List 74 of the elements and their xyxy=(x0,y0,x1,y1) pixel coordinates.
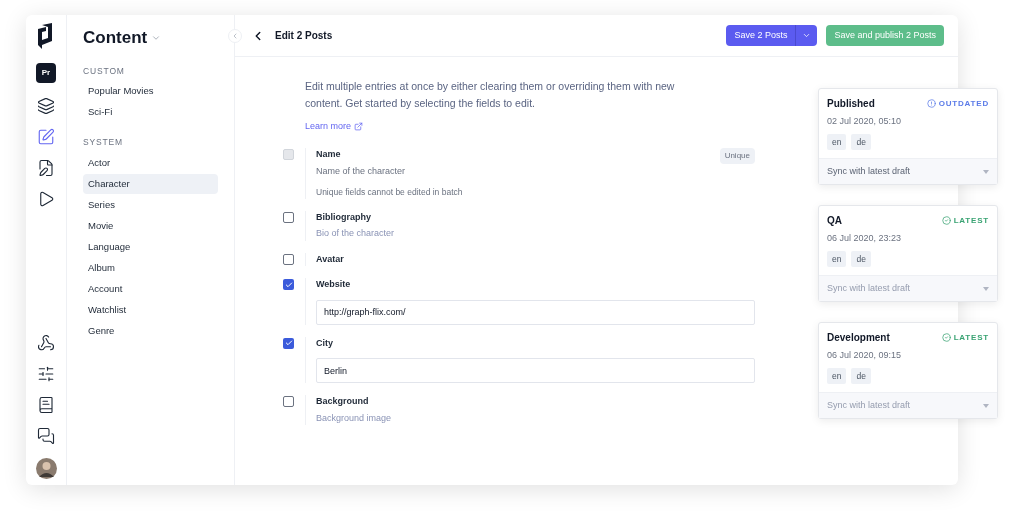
checkbox[interactable] xyxy=(283,253,294,265)
check-icon xyxy=(284,339,293,348)
book-icon[interactable] xyxy=(37,396,55,414)
field-label: Avatar xyxy=(316,252,344,266)
sidebar-item[interactable]: Character xyxy=(83,174,218,194)
page-title: Edit 2 Posts xyxy=(275,29,333,43)
check-circle-icon xyxy=(941,333,951,342)
locale-tag: de xyxy=(851,250,871,268)
sync-dropdown[interactable]: Sync with latest draft xyxy=(819,158,997,185)
field-label: City xyxy=(316,336,333,350)
section-heading: SYSTEM xyxy=(83,136,125,149)
sidebar-item[interactable]: Popular Movies xyxy=(83,81,218,102)
checkbox[interactable] xyxy=(283,337,294,349)
chevron-left-icon xyxy=(231,32,239,40)
status-label: LATEST xyxy=(941,331,989,344)
sidebar-item[interactable]: Sci-Fi xyxy=(83,102,218,123)
text-field[interactable]: Berlin xyxy=(316,358,755,384)
sidebar-item[interactable]: Actor xyxy=(83,153,218,173)
check-circle-icon xyxy=(941,216,951,225)
sidebar-item[interactable]: Watchlist xyxy=(83,300,218,320)
unique-tag: Unique xyxy=(719,148,755,164)
caret-icon xyxy=(983,403,989,408)
stage-name: QA xyxy=(827,214,842,228)
locale-tag: en xyxy=(827,250,847,268)
stage-name: Published xyxy=(827,97,875,111)
text-field[interactable]: http://graph-flix.com/ xyxy=(316,299,755,325)
project-badge[interactable]: Pr xyxy=(36,63,56,83)
edit-icon[interactable] xyxy=(37,159,55,177)
checkbox[interactable] xyxy=(283,211,294,223)
field-label: Website xyxy=(316,278,351,292)
chat-icon[interactable] xyxy=(37,427,55,445)
sidebar-item[interactable]: Genre xyxy=(83,321,218,341)
stage-date: 06 Jul 2020, 23:23 xyxy=(827,232,903,245)
locale-tag: de xyxy=(851,133,871,151)
sidebar-item[interactable]: Language xyxy=(83,237,218,257)
layers-icon[interactable] xyxy=(37,97,55,115)
webhook-icon[interactable] xyxy=(37,334,55,352)
field-label: Background xyxy=(316,395,370,409)
external-link-icon xyxy=(354,122,364,132)
field-note: Unique fields cannot be edited in batch xyxy=(316,186,464,199)
field-description: Background image xyxy=(316,411,392,425)
avatar[interactable] xyxy=(35,458,57,479)
intro-text: Edit multiple entries at once by either clearing them or overriding them with new content. Get started by selecting the fields to edit. xyxy=(305,79,676,111)
stage-date: 02 Jul 2020, 05:10 xyxy=(827,115,903,128)
sidebar-item[interactable]: Account xyxy=(83,279,218,299)
checkbox[interactable] xyxy=(283,396,294,408)
field-label: Name xyxy=(316,148,342,161)
field-description: Bio of the character xyxy=(316,227,395,241)
learn-more-link[interactable]: Learn more xyxy=(305,120,364,134)
play-icon[interactable] xyxy=(37,190,55,208)
locale-tag: de xyxy=(851,367,871,385)
save-button[interactable]: Save 2 Posts xyxy=(726,25,796,46)
status-label: OUTDATED xyxy=(926,97,989,110)
alert-icon xyxy=(926,99,936,108)
caret-icon xyxy=(983,286,989,291)
field-description: Name of the character xyxy=(316,164,406,178)
status-label: LATEST xyxy=(941,214,989,227)
sidebar-item[interactable]: Album xyxy=(83,258,218,278)
chevron-down-icon xyxy=(802,31,812,40)
stage-date: 06 Jul 2020, 09:15 xyxy=(827,349,903,362)
logo-icon[interactable] xyxy=(38,23,54,49)
caret-icon xyxy=(983,169,989,174)
field-label: Bibliography xyxy=(316,210,372,224)
sidebar-title[interactable]: Content xyxy=(83,25,148,51)
sliders-icon[interactable] xyxy=(37,365,55,383)
locale-tag: en xyxy=(827,133,847,151)
locale-tag: en xyxy=(827,367,847,385)
sidebar-item[interactable]: Series xyxy=(83,195,218,215)
stage-name: Development xyxy=(827,331,890,345)
checkbox[interactable] xyxy=(283,279,294,291)
dropdown-button[interactable] xyxy=(795,25,818,46)
section-heading: CUSTOM xyxy=(83,64,126,78)
sidebar-item[interactable]: Movie xyxy=(83,216,218,236)
check-icon xyxy=(284,280,293,289)
